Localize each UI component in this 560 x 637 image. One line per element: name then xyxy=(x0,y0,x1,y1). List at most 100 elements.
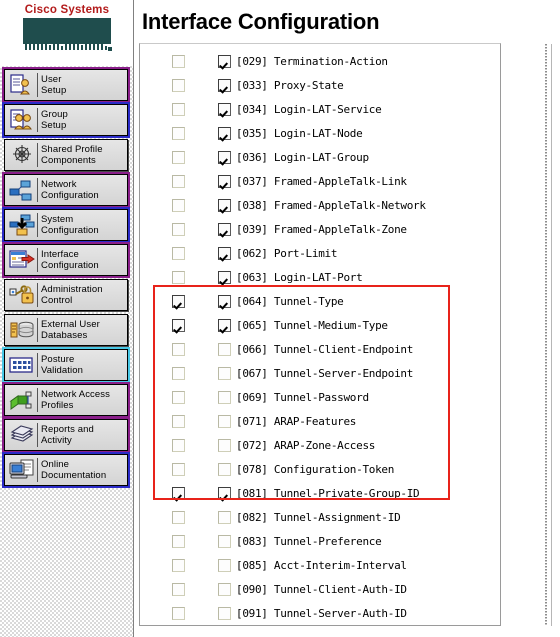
external-user-databases-icon xyxy=(7,316,37,344)
attribute-row: [071] ARAP-Features xyxy=(140,409,500,433)
group-checkbox[interactable] xyxy=(218,102,231,116)
sidebar-item-label: Posture Validation xyxy=(41,354,84,376)
attribute-list: [029] Termination-Action [033] Proxy-Stat… xyxy=(140,44,500,625)
sidebar-item-label: Network Configuration xyxy=(41,179,99,201)
group-checkbox[interactable] xyxy=(218,510,231,524)
group-checkbox[interactable] xyxy=(218,294,231,308)
nav-divider xyxy=(37,353,38,377)
sidebar-item-reports-and-activity[interactable]: Reports and Activity xyxy=(2,417,130,453)
sidebar-item-system-configuration[interactable]: System Configuration xyxy=(2,207,130,243)
nav-divider xyxy=(37,178,38,202)
logo-wordmark: Cisco Systems xyxy=(24,4,110,16)
group-checkbox[interactable] xyxy=(218,366,231,380)
user-checkbox[interactable] xyxy=(172,222,185,236)
user-checkbox[interactable] xyxy=(172,102,185,116)
group-checkbox[interactable] xyxy=(218,534,231,548)
group-checkbox[interactable] xyxy=(218,438,231,452)
user-checkbox[interactable] xyxy=(172,150,185,164)
attribute-label: [062] Port-Limit xyxy=(236,246,338,260)
sidebar-item-external-user-databases[interactable]: External User Databases xyxy=(4,314,128,346)
sidebar-item-shared-profile-components[interactable]: Shared Profile Components xyxy=(4,139,128,171)
group-checkbox[interactable] xyxy=(218,270,231,284)
group-checkbox[interactable] xyxy=(218,414,231,428)
attribute-label: [066] Tunnel-Client-Endpoint xyxy=(236,342,414,356)
attribute-label: [033] Proxy-State xyxy=(236,78,344,92)
attribute-row: [090] Tunnel-Client-Auth-ID xyxy=(140,577,500,601)
user-checkbox[interactable] xyxy=(172,342,185,356)
sidebar-item-interface-configuration[interactable]: Interface Configuration xyxy=(2,242,130,278)
attribute-label: [063] Login-LAT-Port xyxy=(236,270,363,284)
attribute-row: [067] Tunnel-Server-Endpoint xyxy=(140,361,500,385)
group-checkbox[interactable] xyxy=(218,462,231,476)
attribute-row: [062] Port-Limit xyxy=(140,241,500,265)
group-checkbox[interactable] xyxy=(218,54,231,68)
cisco-bridge-graphic xyxy=(20,18,114,56)
sidebar-item-administration-control[interactable]: Administration Control xyxy=(4,279,128,311)
group-checkbox[interactable] xyxy=(218,246,231,260)
user-checkbox[interactable] xyxy=(172,582,185,596)
user-checkbox[interactable] xyxy=(172,510,185,524)
attribute-label: [071] ARAP-Features xyxy=(236,414,357,428)
user-checkbox[interactable] xyxy=(172,198,185,212)
nav-divider xyxy=(37,423,38,447)
attribute-row: [029] Termination-Action xyxy=(140,49,500,73)
user-checkbox[interactable] xyxy=(172,606,185,620)
sidebar-item-online-documentation[interactable]: Online Documentation xyxy=(2,452,130,488)
group-checkbox[interactable] xyxy=(218,150,231,164)
attribute-row: [064] Tunnel-Type xyxy=(140,289,500,313)
user-checkbox[interactable] xyxy=(172,486,185,500)
group-checkbox[interactable] xyxy=(218,486,231,500)
attribute-label: [078] Configuration-Token xyxy=(236,462,395,476)
nav-divider xyxy=(37,458,38,482)
group-checkbox[interactable] xyxy=(218,222,231,236)
network-configuration-icon xyxy=(7,176,37,204)
attribute-label: [035] Login-LAT-Node xyxy=(236,126,363,140)
attribute-label: [039] Framed-AppleTalk-Zone xyxy=(236,222,407,236)
user-checkbox[interactable] xyxy=(172,462,185,476)
group-checkbox[interactable] xyxy=(218,342,231,356)
attribute-label: [081] Tunnel-Private-Group-ID xyxy=(236,486,420,500)
group-checkbox[interactable] xyxy=(218,174,231,188)
user-checkbox[interactable] xyxy=(172,438,185,452)
user-checkbox[interactable] xyxy=(172,174,185,188)
user-checkbox[interactable] xyxy=(172,414,185,428)
user-checkbox[interactable] xyxy=(172,246,185,260)
sidebar-item-user-setup[interactable]: User Setup xyxy=(2,67,130,103)
group-checkbox[interactable] xyxy=(218,390,231,404)
group-checkbox[interactable] xyxy=(218,606,231,620)
sidebar: Cisco Systems User Setup Group Setup Sha… xyxy=(0,0,134,637)
user-checkbox[interactable] xyxy=(172,294,185,308)
user-checkbox[interactable] xyxy=(172,558,185,572)
nav-divider xyxy=(37,388,38,412)
user-checkbox[interactable] xyxy=(172,126,185,140)
user-checkbox[interactable] xyxy=(172,366,185,380)
nav-divider xyxy=(37,318,38,342)
attribute-row: [081] Tunnel-Private-Group-ID xyxy=(140,481,500,505)
attribute-label: [067] Tunnel-Server-Endpoint xyxy=(236,366,414,380)
attribute-row: [065] Tunnel-Medium-Type xyxy=(140,313,500,337)
sidebar-item-network-access-profiles[interactable]: Network Access Profiles xyxy=(2,382,130,418)
interface-configuration-icon xyxy=(7,246,37,274)
sidebar-item-network-configuration[interactable]: Network Configuration xyxy=(2,172,130,208)
attribute-row: [091] Tunnel-Server-Auth-ID xyxy=(140,601,500,625)
user-checkbox[interactable] xyxy=(172,54,185,68)
attribute-label: [034] Login-LAT-Service xyxy=(236,102,382,116)
user-checkbox[interactable] xyxy=(172,318,185,332)
group-checkbox[interactable] xyxy=(218,78,231,92)
acs-admin-page: Cisco Systems User Setup Group Setup Sha… xyxy=(0,0,560,637)
user-checkbox[interactable] xyxy=(172,534,185,548)
group-checkbox[interactable] xyxy=(218,558,231,572)
user-checkbox[interactable] xyxy=(172,78,185,92)
group-checkbox[interactable] xyxy=(218,126,231,140)
group-setup-icon xyxy=(7,106,37,134)
group-checkbox[interactable] xyxy=(218,198,231,212)
attribute-label: [085] Acct-Interim-Interval xyxy=(236,558,407,572)
sidebar-item-posture-validation[interactable]: Posture Validation xyxy=(2,347,130,383)
attribute-row: [082] Tunnel-Assignment-ID xyxy=(140,505,500,529)
attribute-row: [036] Login-LAT-Group xyxy=(140,145,500,169)
user-checkbox[interactable] xyxy=(172,270,185,284)
group-checkbox[interactable] xyxy=(218,582,231,596)
group-checkbox[interactable] xyxy=(218,318,231,332)
user-checkbox[interactable] xyxy=(172,390,185,404)
sidebar-item-group-setup[interactable]: Group Setup xyxy=(2,102,130,138)
